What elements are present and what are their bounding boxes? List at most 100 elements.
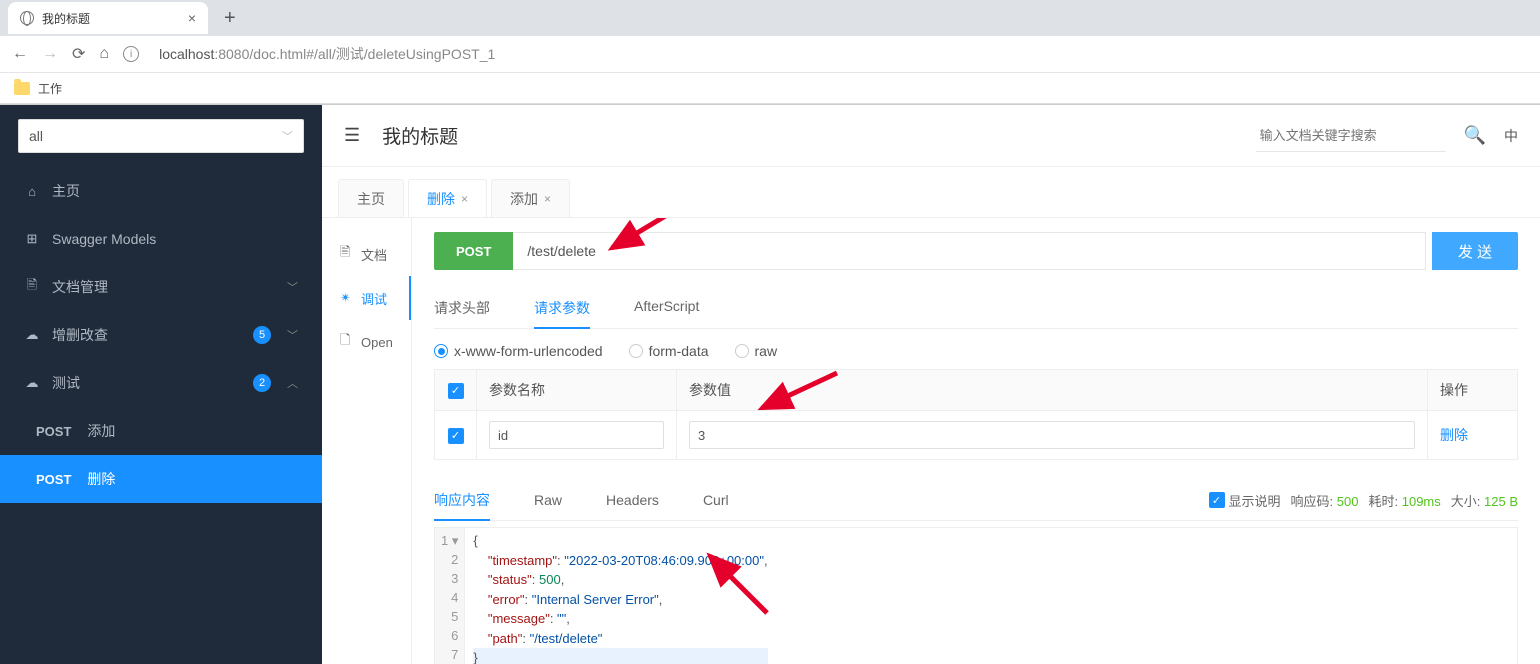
url-input[interactable]: localhost:8080/doc.html#/all/测试/deleteUs…	[153, 44, 1528, 64]
main-panel: ☰ 我的标题 🔍 中 主页 删除 × 添加 ×	[322, 105, 1540, 664]
new-tab-button[interactable]: +	[224, 7, 236, 30]
sidebar-item-models[interactable]: ⊞ Swagger Models	[0, 215, 322, 263]
params-table: ✓ 参数名称 参数值 操作 ✓ 删除	[434, 369, 1518, 460]
sidebar-subitem-delete[interactable]: POST 删除	[0, 455, 322, 503]
radio-icon	[629, 344, 643, 358]
search-input[interactable]	[1256, 120, 1446, 152]
reload-icon[interactable]: ⟳	[72, 44, 85, 64]
sidebar-item-crud[interactable]: ☁ 增删改查 5 ﹀	[0, 311, 322, 359]
subtab-headers[interactable]: 请求头部	[434, 288, 490, 328]
close-tab-icon[interactable]: ×	[188, 10, 196, 26]
response-meta: ✓ 显示说明 响应码: 500 耗时: 109ms 大小: 125 B	[1209, 491, 1518, 510]
count-badge: 2	[253, 374, 271, 392]
sidebar-item-home[interactable]: ⌂ 主页	[0, 167, 322, 215]
collapse-sidebar-icon[interactable]: ☰	[344, 125, 360, 146]
response-code[interactable]: { "timestamp": "2022-03-20T08:46:09.902+…	[465, 528, 775, 664]
content-tabs: 主页 删除 × 添加 ×	[322, 167, 1540, 218]
radio-formdata[interactable]: form-data	[629, 343, 709, 359]
doc-icon: 🖹	[24, 276, 40, 298]
table-header-row: ✓ 参数名称 参数值 操作	[435, 370, 1518, 411]
close-icon[interactable]: ×	[544, 192, 551, 206]
radio-urlencoded[interactable]: x-www-form-urlencoded	[434, 343, 603, 359]
send-button[interactable]: 发 送	[1432, 232, 1518, 270]
cloud-icon: ☁	[24, 375, 40, 391]
status-code: 500	[1337, 494, 1359, 509]
inner-nav-debug[interactable]: ✴ 调试	[322, 276, 411, 320]
param-name-input[interactable]	[489, 421, 664, 449]
request-row: POST /test/delete 发 送	[434, 232, 1518, 270]
sidebar-subitem-add[interactable]: POST 添加	[0, 407, 322, 455]
file-icon: 🗋	[340, 331, 353, 353]
bug-icon: ✴	[340, 290, 353, 306]
inner-nav-label: Open	[361, 335, 393, 350]
address-bar: ← → ⟳ ⌂ i localhost:8080/doc.html#/all/测…	[0, 36, 1540, 72]
forward-icon[interactable]: →	[42, 45, 58, 63]
radio-label: x-www-form-urlencoded	[454, 343, 603, 359]
radio-raw[interactable]: raw	[735, 343, 778, 359]
sidebar-item-docs[interactable]: 🖹 文档管理 ﹀	[0, 263, 322, 311]
home-icon: ⌂	[24, 184, 40, 199]
radio-icon	[434, 344, 448, 358]
col-value: 参数值	[677, 370, 1428, 411]
browser-tab-bar: 我的标题 × +	[0, 0, 1540, 36]
response-tabs: 响应内容 Raw Headers Curl ✓ 显示说明 响应码: 500 耗时…	[434, 480, 1518, 521]
back-icon[interactable]: ←	[12, 45, 28, 63]
tab-add[interactable]: 添加 ×	[491, 179, 570, 217]
method-label: POST	[36, 472, 71, 487]
method-label: POST	[36, 424, 71, 439]
sidebar: all ﹀ ⌂ 主页 ⊞ Swagger Models 🖹 文档管理 ﹀ ☁ 增…	[0, 105, 322, 664]
spec-select[interactable]: all ﹀	[18, 119, 304, 153]
tab-label: 添加	[510, 189, 538, 209]
show-desc-checkbox[interactable]: ✓	[1209, 492, 1225, 508]
inner-nav: 🖹 文档 ✴ 调试 🗋 Open	[322, 218, 412, 664]
inner-nav-open[interactable]: 🗋 Open	[322, 320, 411, 364]
checkbox-all[interactable]: ✓	[448, 383, 464, 399]
app-root: all ﹀ ⌂ 主页 ⊞ Swagger Models 🖹 文档管理 ﹀ ☁ 增…	[0, 105, 1540, 664]
tab-delete[interactable]: 删除 ×	[408, 179, 487, 217]
radio-icon	[735, 344, 749, 358]
bookmark-label[interactable]: 工作	[38, 80, 62, 97]
site-info-icon[interactable]: i	[123, 46, 139, 62]
content-body: 🖹 文档 ✴ 调试 🗋 Open POST /test/delete 发 送	[322, 218, 1540, 664]
tab-label: 删除	[427, 189, 455, 209]
close-icon[interactable]: ×	[461, 192, 468, 206]
search-icon[interactable]: 🔍	[1464, 125, 1486, 146]
response-time: 109ms	[1402, 494, 1441, 509]
sidebar-item-label: Swagger Models	[52, 231, 156, 247]
cloud-icon: ☁	[24, 327, 40, 343]
subtab-afterscript[interactable]: AfterScript	[634, 288, 699, 328]
resp-tab-curl[interactable]: Curl	[703, 482, 729, 518]
spec-select-value: all	[29, 128, 43, 144]
tab-home[interactable]: 主页	[338, 179, 404, 217]
sidebar-item-label: 增删改查	[52, 325, 108, 345]
resp-tab-headers[interactable]: Headers	[606, 482, 659, 518]
checkbox-row[interactable]: ✓	[448, 428, 464, 444]
page-title: 我的标题	[382, 122, 458, 149]
body-type-radios: x-www-form-urlencoded form-data raw	[434, 343, 1518, 359]
col-op: 操作	[1428, 370, 1518, 411]
models-icon: ⊞	[24, 231, 40, 247]
sidebar-item-test[interactable]: ☁ 测试 2 ︿	[0, 359, 322, 407]
inner-nav-doc[interactable]: 🖹 文档	[322, 232, 411, 276]
sidebar-subitem-label: 添加	[87, 421, 115, 441]
browser-chrome: 我的标题 × + ← → ⟳ ⌂ i localhost:8080/doc.ht…	[0, 0, 1540, 105]
method-badge: POST	[434, 232, 513, 270]
language-toggle[interactable]: 中	[1504, 126, 1518, 146]
browser-tab[interactable]: 我的标题 ×	[8, 2, 208, 34]
resp-tab-body[interactable]: 响应内容	[434, 480, 490, 520]
folder-icon	[14, 82, 30, 95]
inner-nav-label: 调试	[361, 289, 387, 308]
param-value-input[interactable]	[689, 421, 1415, 449]
count-badge: 5	[253, 326, 271, 344]
resp-tab-raw[interactable]: Raw	[534, 482, 562, 518]
sidebar-item-label: 测试	[52, 373, 80, 393]
col-name: 参数名称	[477, 370, 677, 411]
subtab-params[interactable]: 请求参数	[534, 288, 590, 328]
table-row: ✓ 删除	[435, 411, 1518, 460]
request-panel: POST /test/delete 发 送 请求头部 请求参数 AfterScr…	[412, 218, 1540, 664]
url-input[interactable]: /test/delete	[513, 232, 1425, 270]
delete-param-link[interactable]: 删除	[1440, 427, 1468, 443]
sidebar-item-label: 主页	[52, 181, 80, 201]
home-icon[interactable]: ⌂	[99, 45, 109, 63]
response-body: 1 ▾234567 { "timestamp": "2022-03-20T08:…	[434, 527, 1518, 664]
